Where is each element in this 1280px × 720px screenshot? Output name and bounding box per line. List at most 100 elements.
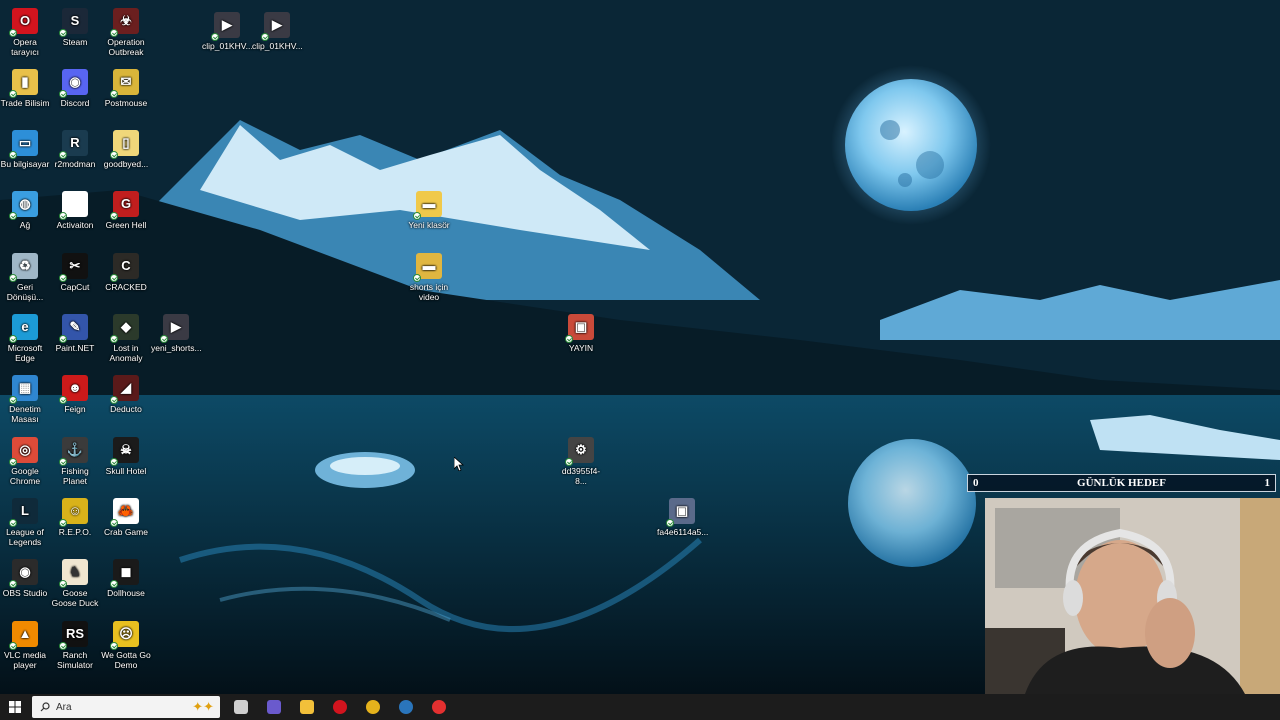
desktop-icon[interactable]: G Green Hell	[101, 191, 151, 230]
desktop-icon[interactable]: e Microsoft Edge	[0, 314, 50, 363]
desktop-icon[interactable]: ◢ Deducto	[101, 375, 151, 414]
desktop-icon[interactable]: O Opera tarayıcı	[0, 8, 50, 57]
sync-check-icon	[160, 335, 168, 343]
desktop-icon-label: Opera tarayıcı	[11, 37, 39, 57]
webcam-feed	[985, 498, 1280, 694]
desktop-icon[interactable]: ☺ R.E.P.O.	[50, 498, 100, 537]
desktop-icon[interactable]: ▬ Yeni klasör	[404, 191, 454, 230]
windows-logo-icon	[9, 701, 21, 713]
desktop-icon[interactable]: ▬ shorts için video	[404, 253, 454, 302]
taskbar-app-copilot[interactable]	[257, 694, 290, 720]
sync-check-icon	[565, 458, 573, 466]
taskbar-app-file-explorer[interactable]	[290, 694, 323, 720]
app-icon: ◢	[110, 375, 139, 404]
desktop-icon[interactable]: ♻ Geri Dönüşü...	[0, 253, 50, 302]
desktop-icon[interactable]: ▶ clip_01KHV...	[252, 12, 303, 51]
desktop-icon[interactable]: ✎ Paint.NET	[50, 314, 100, 353]
desktop-icon-label: Microsoft Edge	[7, 343, 43, 363]
app-icon: ☹	[110, 621, 139, 650]
app-icon: e	[9, 314, 38, 343]
taskbar-app-task-view[interactable]	[224, 694, 257, 720]
sync-check-icon	[565, 335, 573, 343]
desktop-icon[interactable]: ◍ Ağ	[0, 191, 50, 230]
desktop-icon[interactable]: ▲ VLC media player	[0, 621, 50, 670]
app-icon: ▣	[666, 498, 695, 527]
taskbar-app-steam[interactable]	[389, 694, 422, 720]
desktop-icon[interactable]: ♞ Goose Goose Duck	[50, 559, 100, 608]
sync-check-icon	[9, 29, 17, 37]
sync-check-icon	[9, 519, 17, 527]
desktop-icon[interactable]: ▣ fa4e6114a5...	[657, 498, 708, 537]
desktop-icon[interactable]: ✂ CapCut	[50, 253, 100, 292]
app-icon: ♻	[9, 253, 38, 282]
desktop-icon[interactable]: ▮ Trade Bilisim	[0, 69, 50, 108]
desktop-icon[interactable]: ◉ Discord	[50, 69, 100, 108]
sync-check-icon	[59, 274, 67, 282]
desktop-icon[interactable]: ▣ YAYIN	[556, 314, 606, 353]
desktop-icon[interactable]: ▭ Bu bilgisayar	[0, 130, 50, 169]
app-icon: G	[110, 191, 139, 220]
desktop-icon-label: dd3955f4-8...	[561, 466, 601, 486]
desktop-icon-label: Lost in Anomaly	[109, 343, 143, 363]
daily-goal-overlay: 0 GÜNLÜK HEDEF 1	[967, 474, 1276, 492]
desktop-icon[interactable]: ◼ Dollhouse	[101, 559, 151, 598]
taskbar: Ara ✦✦	[0, 694, 1280, 720]
desktop-icon[interactable]: L League of Legends	[0, 498, 50, 547]
sync-check-icon	[59, 396, 67, 404]
desktop-icon[interactable]: RS Ranch Simulator	[50, 621, 100, 670]
desktop-icon[interactable]: ▶ clip_01KHV...	[202, 12, 253, 51]
desktop-icon-label: Activaiton	[56, 220, 94, 230]
desktop-icon[interactable]: ☠ Skull Hotel	[101, 437, 151, 476]
sync-check-icon	[9, 90, 17, 98]
taskbar-app-opera[interactable]	[323, 694, 356, 720]
desktop-icon[interactable]: Activaiton	[50, 191, 100, 230]
taskbar-search-box[interactable]: Ara ✦✦	[32, 696, 220, 718]
sync-check-icon	[110, 580, 118, 588]
desktop-icon[interactable]: ☹ We Gotta Go Demo	[101, 621, 151, 670]
taskbar-apps	[224, 694, 455, 720]
desktop-icon[interactable]: Rr2modman	[50, 130, 100, 169]
desktop-icon[interactable]: ◎ Google Chrome	[0, 437, 50, 486]
desktop-icon[interactable]: ▶ yeni_shorts...	[151, 314, 202, 353]
start-button[interactable]	[0, 694, 30, 720]
app-icon: ◼	[110, 559, 139, 588]
app-icon: S	[59, 8, 88, 37]
sync-check-icon	[110, 335, 118, 343]
desktop-icon-label: CRACKED	[105, 282, 147, 292]
desktop-icon[interactable]: ✉ Postmouse	[101, 69, 151, 108]
desktop-icon-label: Goose Goose Duck	[51, 588, 99, 608]
desktop-icon[interactable]: ▯ goodbyed...	[101, 130, 151, 169]
desktop-icon-label: Ranch Simulator	[57, 650, 93, 670]
desktop-icon-label: We Gotta Go Demo	[101, 650, 151, 670]
app-icon: ✂	[59, 253, 88, 282]
desktop-icon[interactable]: ▦ Denetim Masası	[0, 375, 50, 424]
desktop-icon-label: Steam	[62, 37, 88, 47]
desktop-icon-label: Bu bilgisayar	[0, 159, 50, 169]
sync-check-icon	[666, 519, 674, 527]
desktop-icon[interactable]: C CRACKED	[101, 253, 151, 292]
desktop-icon[interactable]: ⚓ Fishing Planet	[50, 437, 100, 486]
desktop-icon[interactable]: ☻ Feign	[50, 375, 100, 414]
sync-check-icon	[59, 212, 67, 220]
taskbar-app-chrome[interactable]	[356, 694, 389, 720]
app-icon: 🦀	[110, 498, 139, 527]
desktop-icon-label: Postmouse	[104, 98, 148, 108]
desktop-icon[interactable]: 🦀 Crab Game	[101, 498, 151, 537]
desktop-icon-label: YAYIN	[568, 343, 594, 353]
desktop-icon-label: Geri Dönüşü...	[6, 282, 44, 302]
desktop-icon-label: Green Hell	[105, 220, 147, 230]
desktop-icon[interactable]: ◉ OBS Studio	[0, 559, 50, 598]
sync-check-icon	[59, 458, 67, 466]
app-icon: ♞	[59, 559, 88, 588]
sync-check-icon	[110, 519, 118, 527]
desktop-icon[interactable]: ☣ Operation Outbreak	[101, 8, 151, 57]
sync-check-icon	[9, 274, 17, 282]
app-icon: ▭	[9, 130, 38, 159]
desktop-icon-label: Ağ	[19, 220, 31, 230]
app-icon: ▮	[9, 69, 38, 98]
taskbar-app-obs[interactable]	[422, 694, 455, 720]
desktop-icon[interactable]: S Steam	[50, 8, 100, 47]
steam-icon	[398, 700, 413, 714]
desktop-icon[interactable]: ◆ Lost in Anomaly	[101, 314, 151, 363]
desktop-icon[interactable]: ⚙ dd3955f4-8...	[556, 437, 606, 486]
